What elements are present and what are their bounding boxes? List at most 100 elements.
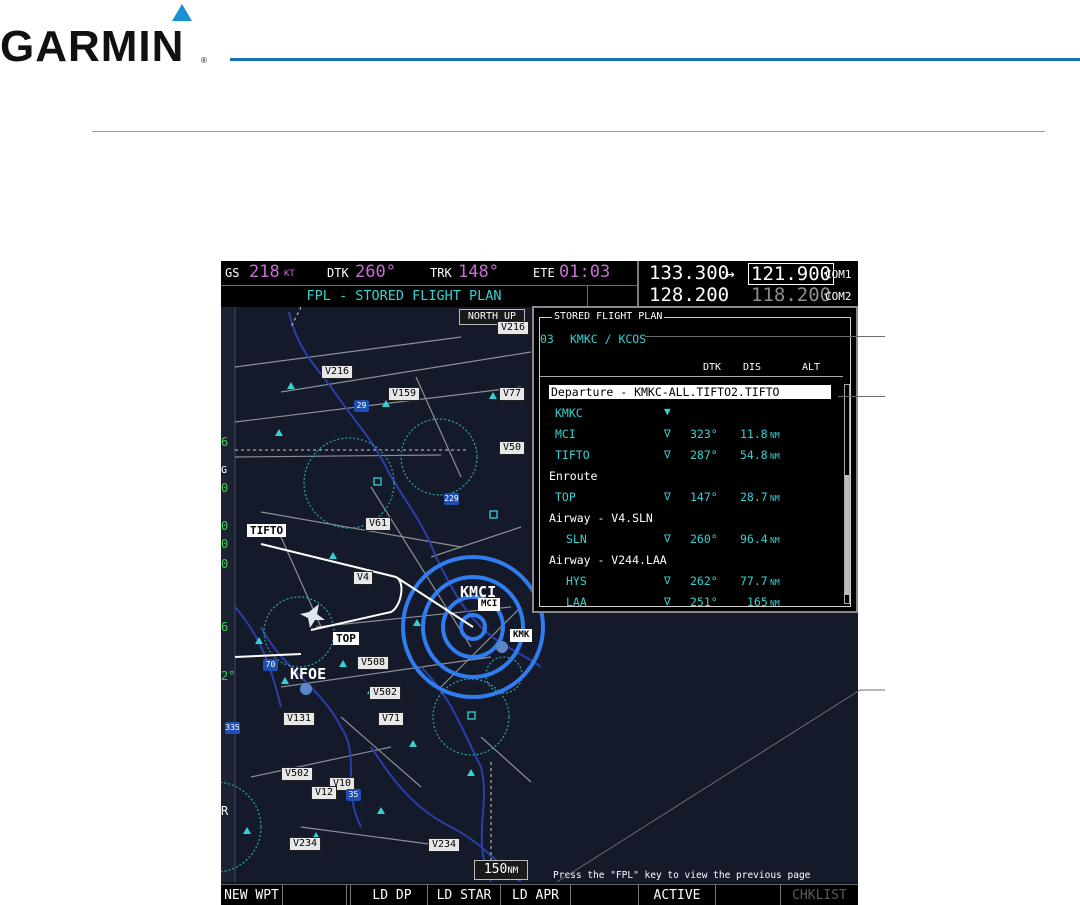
leg-dis: 11.8: [740, 427, 768, 441]
left-edge-value: 0: [221, 557, 229, 571]
section-rule: [92, 131, 1045, 132]
column-header-alt: ALT: [802, 362, 821, 373]
gs-label: GS: [225, 266, 240, 280]
column-header-dis: DIS: [743, 362, 762, 373]
page-title: FPL - STORED FLIGHT PLAN: [221, 286, 588, 306]
interstate-shield-icon: 29: [354, 400, 369, 412]
left-edge-value: R: [221, 804, 229, 818]
softkey-blank[interactable]: [282, 885, 347, 905]
leg-dis: 96.4: [740, 532, 768, 546]
transfer-arrow-icon: ↔: [725, 264, 735, 283]
gs-unit: KT: [284, 269, 295, 279]
leg-dis: 165: [747, 595, 768, 609]
departure-airport-icon: ▼: [664, 405, 671, 418]
leg-dtk: 251°: [690, 595, 718, 609]
softkey-blank[interactable]: [716, 885, 781, 905]
fpl-group-row[interactable]: Airway - V244.LAA: [540, 550, 840, 570]
fpl-waypoint-row[interactable]: TOP ∇ 147° 28.7 NM: [540, 487, 840, 507]
callout-line-plan-name: [645, 336, 885, 337]
leg-dis: 54.8: [740, 448, 768, 462]
fpl-waypoint-row[interactable]: LAA ∇ 251° 165 NM: [540, 592, 840, 612]
brand-name: GARMIN: [0, 22, 185, 71]
softkey-ld-star[interactable]: LD STAR: [428, 885, 501, 905]
airway-label: V77: [499, 387, 526, 401]
softkey-new-wpt[interactable]: NEW WPT: [221, 885, 283, 905]
leg-dis-unit: NM: [770, 536, 780, 545]
group-header-airway: Airway - V244.LAA: [549, 553, 667, 567]
fpl-waypoint-row[interactable]: TIFTO ∇ 287° 54.8 NM: [540, 445, 840, 465]
waypoint-name: SLN: [566, 532, 587, 546]
fpl-waypoint-row[interactable]: MCI ∇ 323° 11.8 NM: [540, 424, 840, 444]
fpl-scrollbar[interactable]: [844, 384, 850, 604]
softkey-bar: NEW WPT LD DP LD STAR LD APR ACTIVE CHKL…: [221, 884, 858, 905]
fpl-leg-list: Departure - KMKC-ALL.TIFTO2.TIFTO KMKC ▼…: [540, 376, 850, 613]
fpl-scroll-thumb[interactable]: [845, 475, 849, 595]
waypoint-label-kmk[interactable]: KMK: [510, 629, 533, 642]
fpl-plan-number: 03: [540, 332, 554, 346]
ete-value: 01:03: [559, 262, 611, 282]
left-edge-value: G: [221, 465, 228, 476]
nav-data-bar: GS 218 KT DTK 260° TRK 148° ETE 01:03: [221, 261, 637, 286]
fpl-waypoint-row[interactable]: SLN ∇ 260° 96.4 NM: [540, 529, 840, 549]
dtk-label: DTK: [327, 266, 349, 280]
leg-dtk: 287°: [690, 448, 718, 462]
softkey-chklist[interactable]: CHKLIST: [781, 885, 858, 905]
com1-active-freq[interactable]: 133.300: [649, 262, 729, 284]
leg-dis: 77.7: [740, 574, 768, 588]
airway-label: V50: [499, 441, 526, 455]
left-edge-value: 0: [221, 481, 229, 495]
softkey-ld-apr[interactable]: LD APR: [501, 885, 571, 905]
trk-value: 148°: [458, 262, 499, 282]
leg-arrow-icon: ∇: [664, 532, 671, 545]
left-edge-value: 0: [221, 519, 229, 533]
brand-reg-mark: ®: [201, 56, 207, 65]
left-edge-value: 6: [221, 620, 229, 634]
airway-label: V216: [497, 321, 530, 335]
fpl-waypoint-row[interactable]: KMKC ▼: [540, 403, 840, 423]
com1-standby-freq[interactable]: 121.900: [748, 263, 835, 285]
fpl-group-row[interactable]: Departure - KMKC-ALL.TIFTO2.TIFTO: [540, 383, 840, 403]
airport-label-kmci[interactable]: KMCI: [460, 583, 496, 601]
softkey-blank[interactable]: [346, 885, 351, 905]
airway-label: V502: [281, 767, 314, 781]
waypoint-label-top[interactable]: TOP: [333, 632, 359, 645]
stored-flight-plan-window[interactable]: STORED FLIGHT PLAN 03 KMKC / KCOS DTK DI…: [532, 306, 858, 613]
softkey-active[interactable]: ACTIVE: [639, 885, 716, 905]
com2-standby-freq[interactable]: 118.200: [751, 284, 831, 306]
com2-active-freq[interactable]: 128.200: [649, 284, 729, 306]
leg-dtk: 260°: [690, 532, 718, 546]
interstate-shield-icon: 70: [263, 659, 278, 671]
leg-dtk: 147°: [690, 490, 718, 504]
softkey-ld-dp[interactable]: LD DP: [357, 885, 428, 905]
airway-label: V131: [283, 712, 316, 726]
fpl-waypoint-row[interactable]: HYS ∇ 262° 77.7 NM: [540, 571, 840, 591]
trk-label: TRK: [430, 266, 452, 280]
airway-label: V4: [353, 571, 374, 585]
left-edge-value: 6: [221, 435, 229, 449]
kmkc-airport-icon: [496, 641, 508, 653]
mfd-screen: GS 218 KT DTK 260° TRK 148° ETE 01:03 FP…: [221, 261, 858, 905]
map-range-indicator[interactable]: 150NM: [474, 860, 528, 880]
com1-label: COM1: [825, 268, 852, 281]
leg-arrow-icon: ∇: [664, 595, 671, 608]
top-bar: GS 218 KT DTK 260° TRK 148° ETE 01:03 FP…: [221, 261, 858, 307]
waypoint-label-tifto[interactable]: TIFTO: [247, 524, 287, 537]
group-header-airway: Airway - V4.SLN: [549, 511, 653, 525]
leg-arrow-icon: ∇: [664, 427, 671, 440]
softkey-blank[interactable]: [571, 885, 639, 905]
fpl-window-title: STORED FLIGHT PLAN: [552, 311, 665, 322]
waypoint-name: TIFTO: [555, 448, 590, 462]
fpl-group-row[interactable]: Enroute: [540, 466, 840, 486]
fpl-group-row[interactable]: Airway - V4.SLN: [540, 508, 840, 528]
gs-value: 218: [249, 262, 280, 282]
leg-dis-unit: NM: [770, 452, 780, 461]
airway-label: V61: [365, 517, 392, 531]
airway-label: V159: [388, 387, 421, 401]
airport-label-kfoe[interactable]: KFOE: [290, 665, 326, 683]
boundary-lines: [235, 307, 492, 882]
interstate-shield-icon: 229: [444, 493, 459, 505]
garmin-logo: GARMIN ®: [0, 4, 215, 71]
airway-label: V71: [378, 712, 405, 726]
airway-label: V508: [357, 656, 390, 670]
com2-label: COM2: [825, 290, 852, 303]
